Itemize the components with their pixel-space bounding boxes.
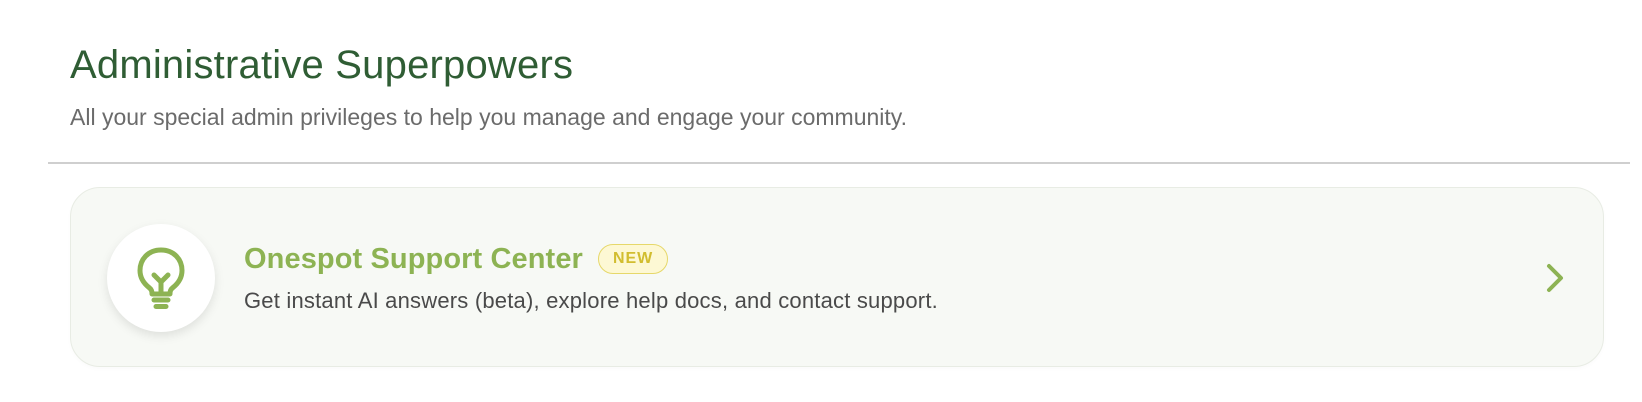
lightbulb-icon xyxy=(137,247,185,309)
chevron-right-icon[interactable] xyxy=(1537,260,1573,296)
support-center-card[interactable]: Onespot Support Center NEW Get instant A… xyxy=(70,187,1604,367)
support-center-text: Onespot Support Center NEW Get instant A… xyxy=(244,240,938,316)
card-title-row: Onespot Support Center NEW xyxy=(244,240,938,278)
new-badge: NEW xyxy=(597,244,669,274)
section-header: Administrative Superpowers All your spec… xyxy=(70,40,907,132)
support-center-icon-wrapper xyxy=(107,224,215,332)
card-description: Get instant AI answers (beta), explore h… xyxy=(244,288,938,313)
section-divider xyxy=(48,162,1630,164)
page-subtitle: All your special admin privileges to hel… xyxy=(70,104,907,130)
page-title: Administrative Superpowers xyxy=(70,43,574,87)
admin-superpowers-page: Administrative Superpowers All your spec… xyxy=(0,0,1642,402)
card-title: Onespot Support Center xyxy=(244,243,583,275)
